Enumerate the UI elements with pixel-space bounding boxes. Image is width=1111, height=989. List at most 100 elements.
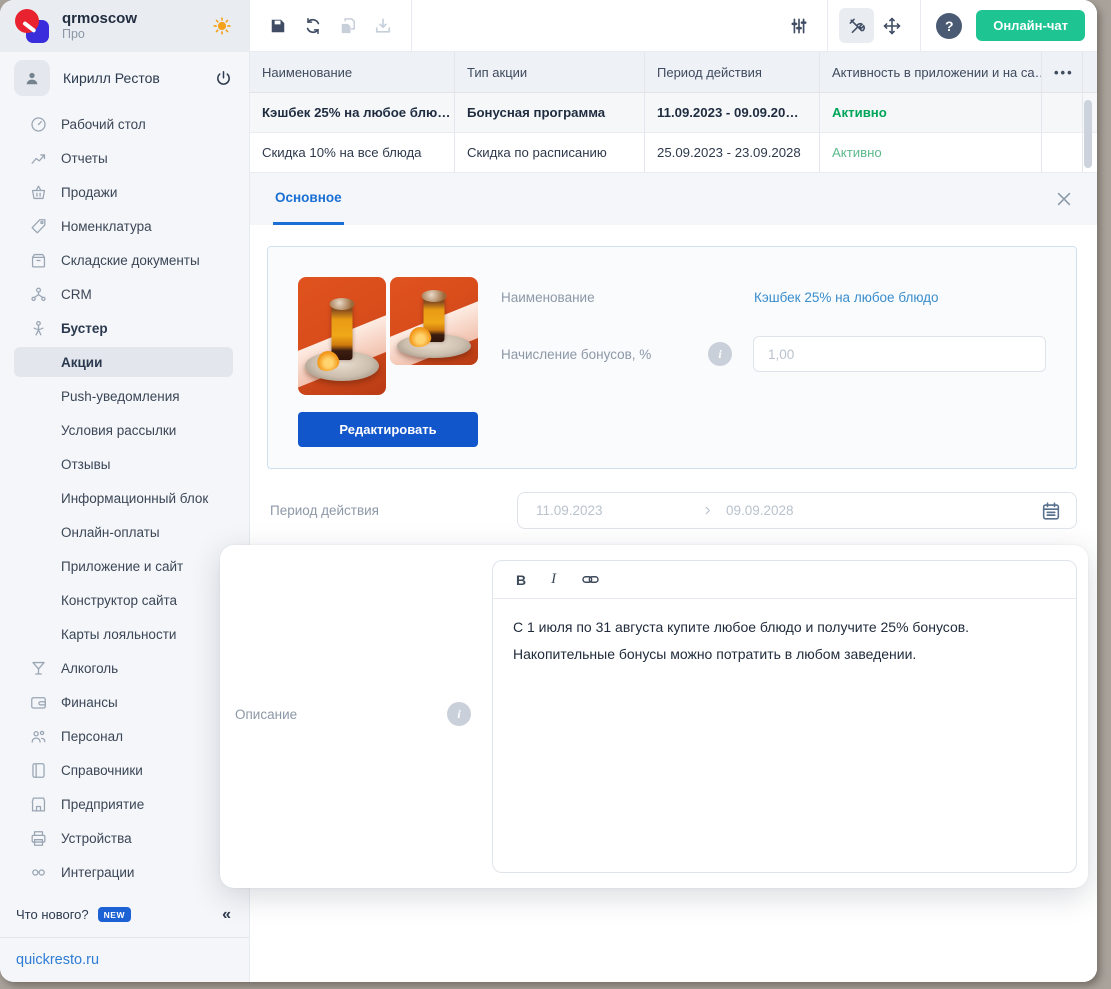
crm-network-icon [29, 285, 48, 304]
sidebar-item-push[interactable]: Push-уведомления [0, 379, 249, 413]
sidebar-item-online-payments[interactable]: Онлайн-оплаты [0, 515, 249, 549]
user-row: Кирилл Рестов [0, 52, 249, 104]
editor-toolbar: B I [493, 561, 1076, 599]
app-window: qrmoscow Про Кирилл Рестов Рабочий стол … [0, 0, 1097, 982]
sidebar-item-alcohol[interactable]: Алкоголь [0, 651, 249, 685]
promo-name-value[interactable]: Кэшбек 25% на любое блюдо [754, 290, 939, 305]
promo-photo[interactable] [298, 277, 386, 395]
copy-button[interactable] [330, 8, 365, 43]
collapse-sidebar-icon[interactable]: « [222, 906, 231, 924]
sidebar-item-handbooks[interactable]: Справочники [0, 753, 249, 787]
sidebar-item-booster[interactable]: Бустер [0, 311, 249, 345]
period-from-value: 11.09.2023 [536, 503, 603, 518]
promo-photo[interactable] [390, 277, 478, 365]
workspace-header: qrmoscow Про [0, 0, 249, 52]
download-button[interactable] [365, 8, 400, 43]
table-row[interactable]: Скидка 10% на все блюда Скидка по распис… [250, 133, 1097, 173]
status-badge: Активно [820, 93, 1042, 132]
online-chat-button[interactable]: Онлайн-чат [976, 10, 1085, 41]
enterprise-store-icon [29, 795, 48, 814]
dashboard-icon [29, 115, 48, 134]
sliders-icon [789, 16, 809, 36]
sidebar-item-finance[interactable]: Финансы [0, 685, 249, 719]
table-scrollbar[interactable] [1084, 100, 1092, 168]
quickresto-site-link[interactable]: quickresto.ru [0, 938, 249, 982]
bonus-percent-input[interactable] [753, 336, 1046, 372]
help-button[interactable]: ? [936, 12, 963, 39]
move-icon [882, 16, 902, 36]
devices-printer-icon [29, 829, 48, 848]
sidebar-item-app-and-site[interactable]: Приложение и сайт [0, 549, 249, 583]
tab-main[interactable]: Основное [273, 173, 344, 225]
promo-summary-card: Редактировать Наименование Кэшбек 25% на… [267, 246, 1077, 469]
sidebar: qrmoscow Про Кирилл Рестов Рабочий стол … [0, 0, 250, 982]
sidebar-item-loyalty-cards[interactable]: Карты лояльности [0, 617, 249, 651]
bold-button[interactable]: B [516, 572, 526, 588]
description-popup: Описание i B I С 1 июля по 31 августа ку… [220, 545, 1088, 888]
move-button[interactable] [874, 8, 909, 43]
status-badge: Активно [820, 133, 1042, 172]
sidebar-item-devices[interactable]: Устройства [0, 821, 249, 855]
column-header-activity[interactable]: Активность в приложении и на са… [820, 52, 1042, 92]
save-button[interactable] [260, 8, 295, 43]
link-icon[interactable] [581, 570, 600, 589]
save-icon [268, 16, 288, 36]
alcohol-martini-icon [29, 659, 48, 678]
column-header-type[interactable]: Тип акции [455, 52, 645, 92]
sidebar-item-staff[interactable]: Персонал [0, 719, 249, 753]
description-line: Накопительные бонусы можно потратить в л… [513, 646, 917, 662]
tools-icon [847, 16, 867, 36]
column-header-name[interactable]: Наименование [250, 52, 455, 92]
close-icon[interactable] [1054, 189, 1074, 209]
sidebar-item-site-builder[interactable]: Конструктор сайта [0, 583, 249, 617]
whats-new-label[interactable]: Что нового? [16, 907, 89, 922]
table-menu-dots[interactable]: ••• [1042, 52, 1082, 92]
sidebar-item-warehouse[interactable]: Складские документы [0, 243, 249, 277]
booster-icon [29, 319, 48, 338]
calendar-icon[interactable] [1040, 500, 1062, 522]
sidebar-item-info-block[interactable]: Информационный блок [0, 481, 249, 515]
scrollbar-gutter [1082, 52, 1097, 92]
italic-button[interactable]: I [549, 571, 558, 588]
sidebar-item-promotions[interactable]: Акции [14, 347, 233, 377]
period-range-input[interactable]: 11.09.2023 09.09.2028 [517, 492, 1077, 529]
copy-icon [338, 16, 358, 36]
desktop-background: { "workspace": { "name": "qrmoscow", "pl… [0, 0, 1111, 989]
sidebar-item-mailing-terms[interactable]: Условия рассылки [0, 413, 249, 447]
handbook-icon [29, 761, 48, 780]
sales-basket-icon [29, 183, 48, 202]
sidebar-menu: Рабочий стол Отчеты Продажи Номенклатура… [0, 104, 249, 892]
period-to-value: 09.09.2028 [726, 503, 794, 518]
tools-button[interactable] [839, 8, 875, 43]
info-icon[interactable]: i [447, 702, 471, 726]
user-avatar-icon [14, 60, 50, 96]
table-row[interactable]: Кэшбек 25% на любое блю… Бонусная програ… [250, 93, 1097, 133]
sidebar-item-reports[interactable]: Отчеты [0, 141, 249, 175]
edit-button[interactable]: Редактировать [298, 412, 478, 447]
integrations-infinity-icon [29, 863, 48, 882]
whats-new-row: Что нового? NEW « [0, 892, 249, 937]
download-icon [373, 16, 393, 36]
table-header: Наименование Тип акции Период действия А… [250, 52, 1097, 93]
sidebar-item-crm[interactable]: CRM [0, 277, 249, 311]
refresh-button[interactable] [295, 8, 330, 43]
workspace-name: qrmoscow [62, 10, 138, 28]
sidebar-item-sales[interactable]: Продажи [0, 175, 249, 209]
divider [827, 0, 829, 52]
tag-icon [29, 217, 48, 236]
logout-power-icon[interactable] [214, 69, 233, 88]
bonus-label: Начисление бонусов, % [501, 346, 652, 362]
column-settings-button[interactable] [781, 8, 816, 43]
staff-people-icon [29, 727, 48, 746]
sidebar-item-enterprise[interactable]: Предприятие [0, 787, 249, 821]
sidebar-item-reviews[interactable]: Отзывы [0, 447, 249, 481]
theme-sun-icon[interactable] [211, 15, 233, 37]
finance-wallet-icon [29, 693, 48, 712]
sidebar-item-integrations[interactable]: Интеграции [0, 855, 249, 889]
editor-textarea[interactable]: С 1 июля по 31 августа купите любое блюд… [493, 599, 1076, 683]
sidebar-item-dashboard[interactable]: Рабочий стол [0, 107, 249, 141]
workspace-plan: Про [62, 27, 85, 42]
info-icon[interactable]: i [708, 342, 732, 366]
sidebar-item-nomenclature[interactable]: Номенклатура [0, 209, 249, 243]
column-header-period[interactable]: Период действия [645, 52, 820, 92]
